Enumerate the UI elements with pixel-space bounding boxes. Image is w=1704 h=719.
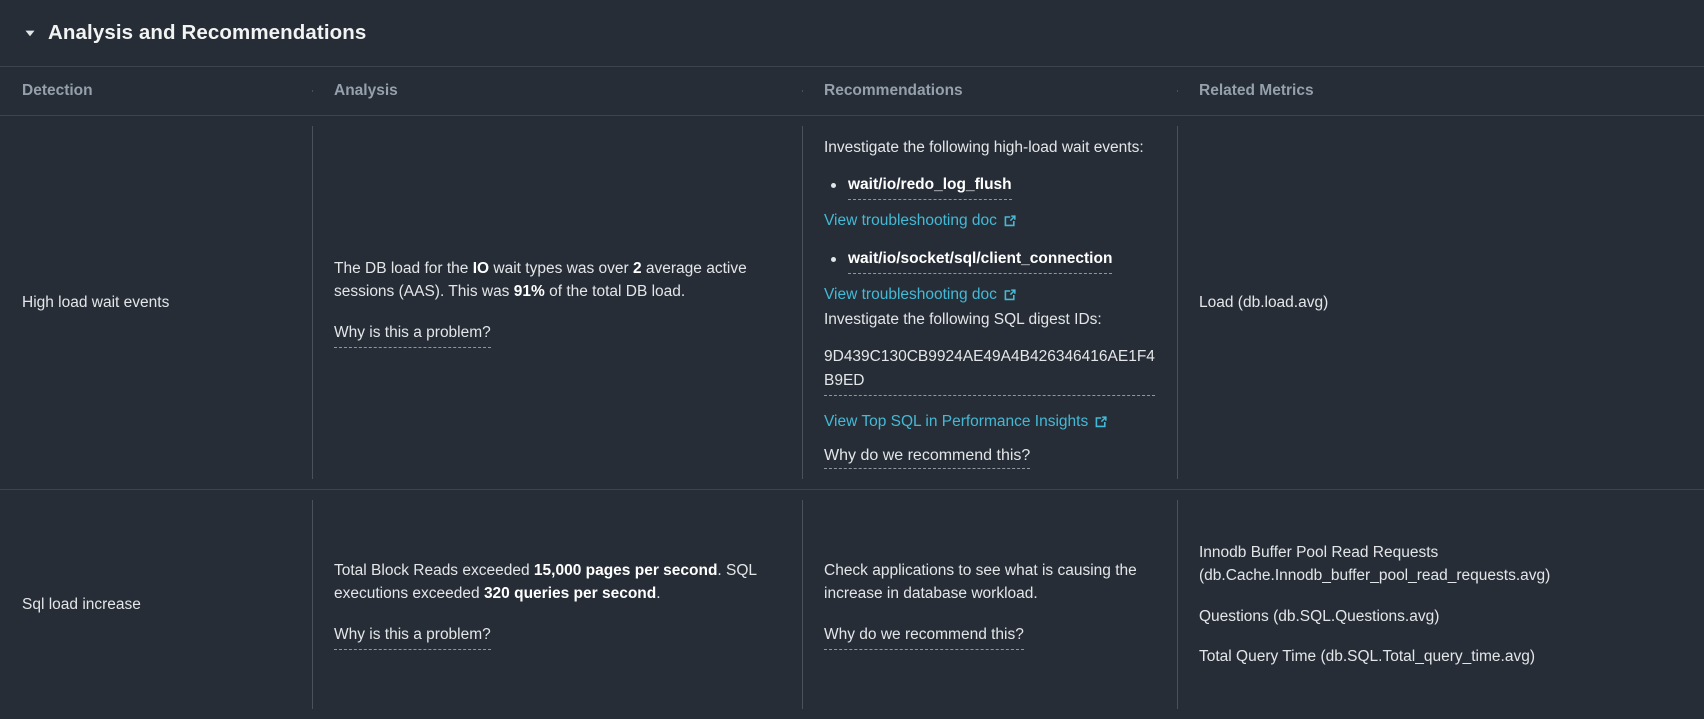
external-link-icon <box>1003 288 1017 302</box>
analysis-text-part: . <box>656 585 661 603</box>
cell-detection: High load wait events <box>0 116 312 489</box>
why-do-we-recommend-this-link[interactable]: Why do we recommend this? <box>824 447 1031 470</box>
why-is-this-a-problem-link[interactable]: Why is this a problem? <box>334 623 491 650</box>
view-top-sql-link[interactable]: View Top SQL in Performance Insights <box>824 410 1108 433</box>
analysis-emphasis-wait-type: IO <box>472 260 490 278</box>
list-item: wait/io/redo_log_flush <box>824 173 1155 201</box>
cell-recommendations: Investigate the following high-load wait… <box>802 116 1177 489</box>
detection-name: Sql load increase <box>22 595 141 613</box>
analysis-emphasis-aas: 2 <box>632 260 642 278</box>
panel-header: Analysis and Recommendations <box>0 0 1704 66</box>
analysis-sentence: Total Block Reads exceeded 15,000 pages … <box>334 559 780 606</box>
table-header-row: Detection Analysis Recommendations Relat… <box>0 67 1704 115</box>
triangle-down-icon[interactable] <box>22 25 38 41</box>
recommendations-stack: Investigate the following high-load wait… <box>824 136 1155 470</box>
analysis-emphasis-percent: 91% <box>513 283 545 301</box>
column-header-recommendations: Recommendations <box>802 82 1177 100</box>
view-troubleshooting-doc-label: View troubleshooting doc <box>824 212 997 230</box>
view-troubleshooting-doc-link[interactable]: View troubleshooting doc <box>824 283 1017 306</box>
view-troubleshooting-doc-link[interactable]: View troubleshooting doc <box>824 209 1017 232</box>
recommendations-intro: Investigate the following high-load wait… <box>824 138 1144 156</box>
why-is-this-a-problem-link[interactable]: Why is this a problem? <box>334 321 491 348</box>
analysis-text-part: of the total DB load. <box>544 283 686 301</box>
page-title: Analysis and Recommendations <box>48 21 367 44</box>
table-row: Sql load increase Total Block Reads exce… <box>0 489 1704 719</box>
column-header-detection-label: Detection <box>22 82 93 99</box>
table-row: High load wait events The DB load for th… <box>0 115 1704 489</box>
wait-event-name[interactable]: wait/io/redo_log_flush <box>848 173 1012 201</box>
cell-analysis: Total Block Reads exceeded 15,000 pages … <box>312 490 802 719</box>
recommendations-text: Check applications to see what is causin… <box>824 562 1137 603</box>
analysis-table: Detection Analysis Recommendations Relat… <box>0 66 1704 719</box>
external-link-icon <box>1003 214 1017 228</box>
sql-digest-id[interactable]: 9D439C130CB9924AE49A4B426346416AE1F4B9ED <box>824 345 1155 396</box>
wait-event-name[interactable]: wait/io/socket/sql/client_connection <box>848 247 1113 274</box>
why-do-we-recommend-this-link[interactable]: Why do we recommend this? <box>824 623 1024 650</box>
detection-name: High load wait events <box>22 293 170 311</box>
related-metric: Questions (db.SQL.Questions.avg) <box>1199 607 1440 625</box>
column-header-analysis-label: Analysis <box>334 82 398 99</box>
column-header-detection: Detection <box>0 82 312 100</box>
analysis-why-wrapper: Why is this a problem? <box>334 623 780 650</box>
related-metric: Innodb Buffer Pool Read Requests (db.Cac… <box>1199 544 1551 585</box>
analysis-recommendations-panel: Analysis and Recommendations Detection A… <box>0 0 1704 719</box>
analysis-emphasis-executions: 320 queries per second <box>483 585 657 603</box>
list-item: wait/io/socket/sql/client_connection <box>824 247 1155 274</box>
analysis-text-part: Total Block Reads exceeded <box>334 562 534 580</box>
cell-related-metrics: Load (db.load.avg) <box>1177 116 1704 489</box>
wait-events-list: wait/io/redo_log_flush <box>824 173 1155 201</box>
related-metric: Total Query Time (db.SQL.Total_query_tim… <box>1199 647 1535 665</box>
view-top-sql-label: View Top SQL in Performance Insights <box>824 412 1089 430</box>
analysis-sentence: The DB load for the IO wait types was ov… <box>334 257 780 304</box>
sql-digest-intro: Investigate the following SQL digest IDs… <box>824 311 1102 329</box>
wait-events-list: wait/io/socket/sql/client_connection <box>824 247 1155 274</box>
column-header-related-metrics-label: Related Metrics <box>1199 82 1314 99</box>
cell-recommendations: Check applications to see what is causin… <box>802 490 1177 719</box>
recommendations-why-wrapper: Why do we recommend this? <box>824 623 1155 650</box>
analysis-text-part: The DB load for the <box>334 260 473 278</box>
external-link-icon <box>1094 415 1108 429</box>
related-metric: Load (db.load.avg) <box>1199 293 1329 311</box>
column-header-related-metrics: Related Metrics <box>1177 82 1704 100</box>
analysis-emphasis-block-reads: 15,000 pages per second <box>533 562 718 580</box>
column-header-recommendations-label: Recommendations <box>824 82 963 99</box>
cell-detection: Sql load increase <box>0 490 312 719</box>
view-troubleshooting-doc-label: View troubleshooting doc <box>824 285 997 303</box>
cell-analysis: The DB load for the IO wait types was ov… <box>312 116 802 489</box>
analysis-why-wrapper: Why is this a problem? <box>334 321 780 348</box>
analysis-text-part: wait types was over <box>489 260 633 278</box>
cell-related-metrics: Innodb Buffer Pool Read Requests (db.Cac… <box>1177 490 1704 719</box>
column-header-analysis: Analysis <box>312 82 802 100</box>
